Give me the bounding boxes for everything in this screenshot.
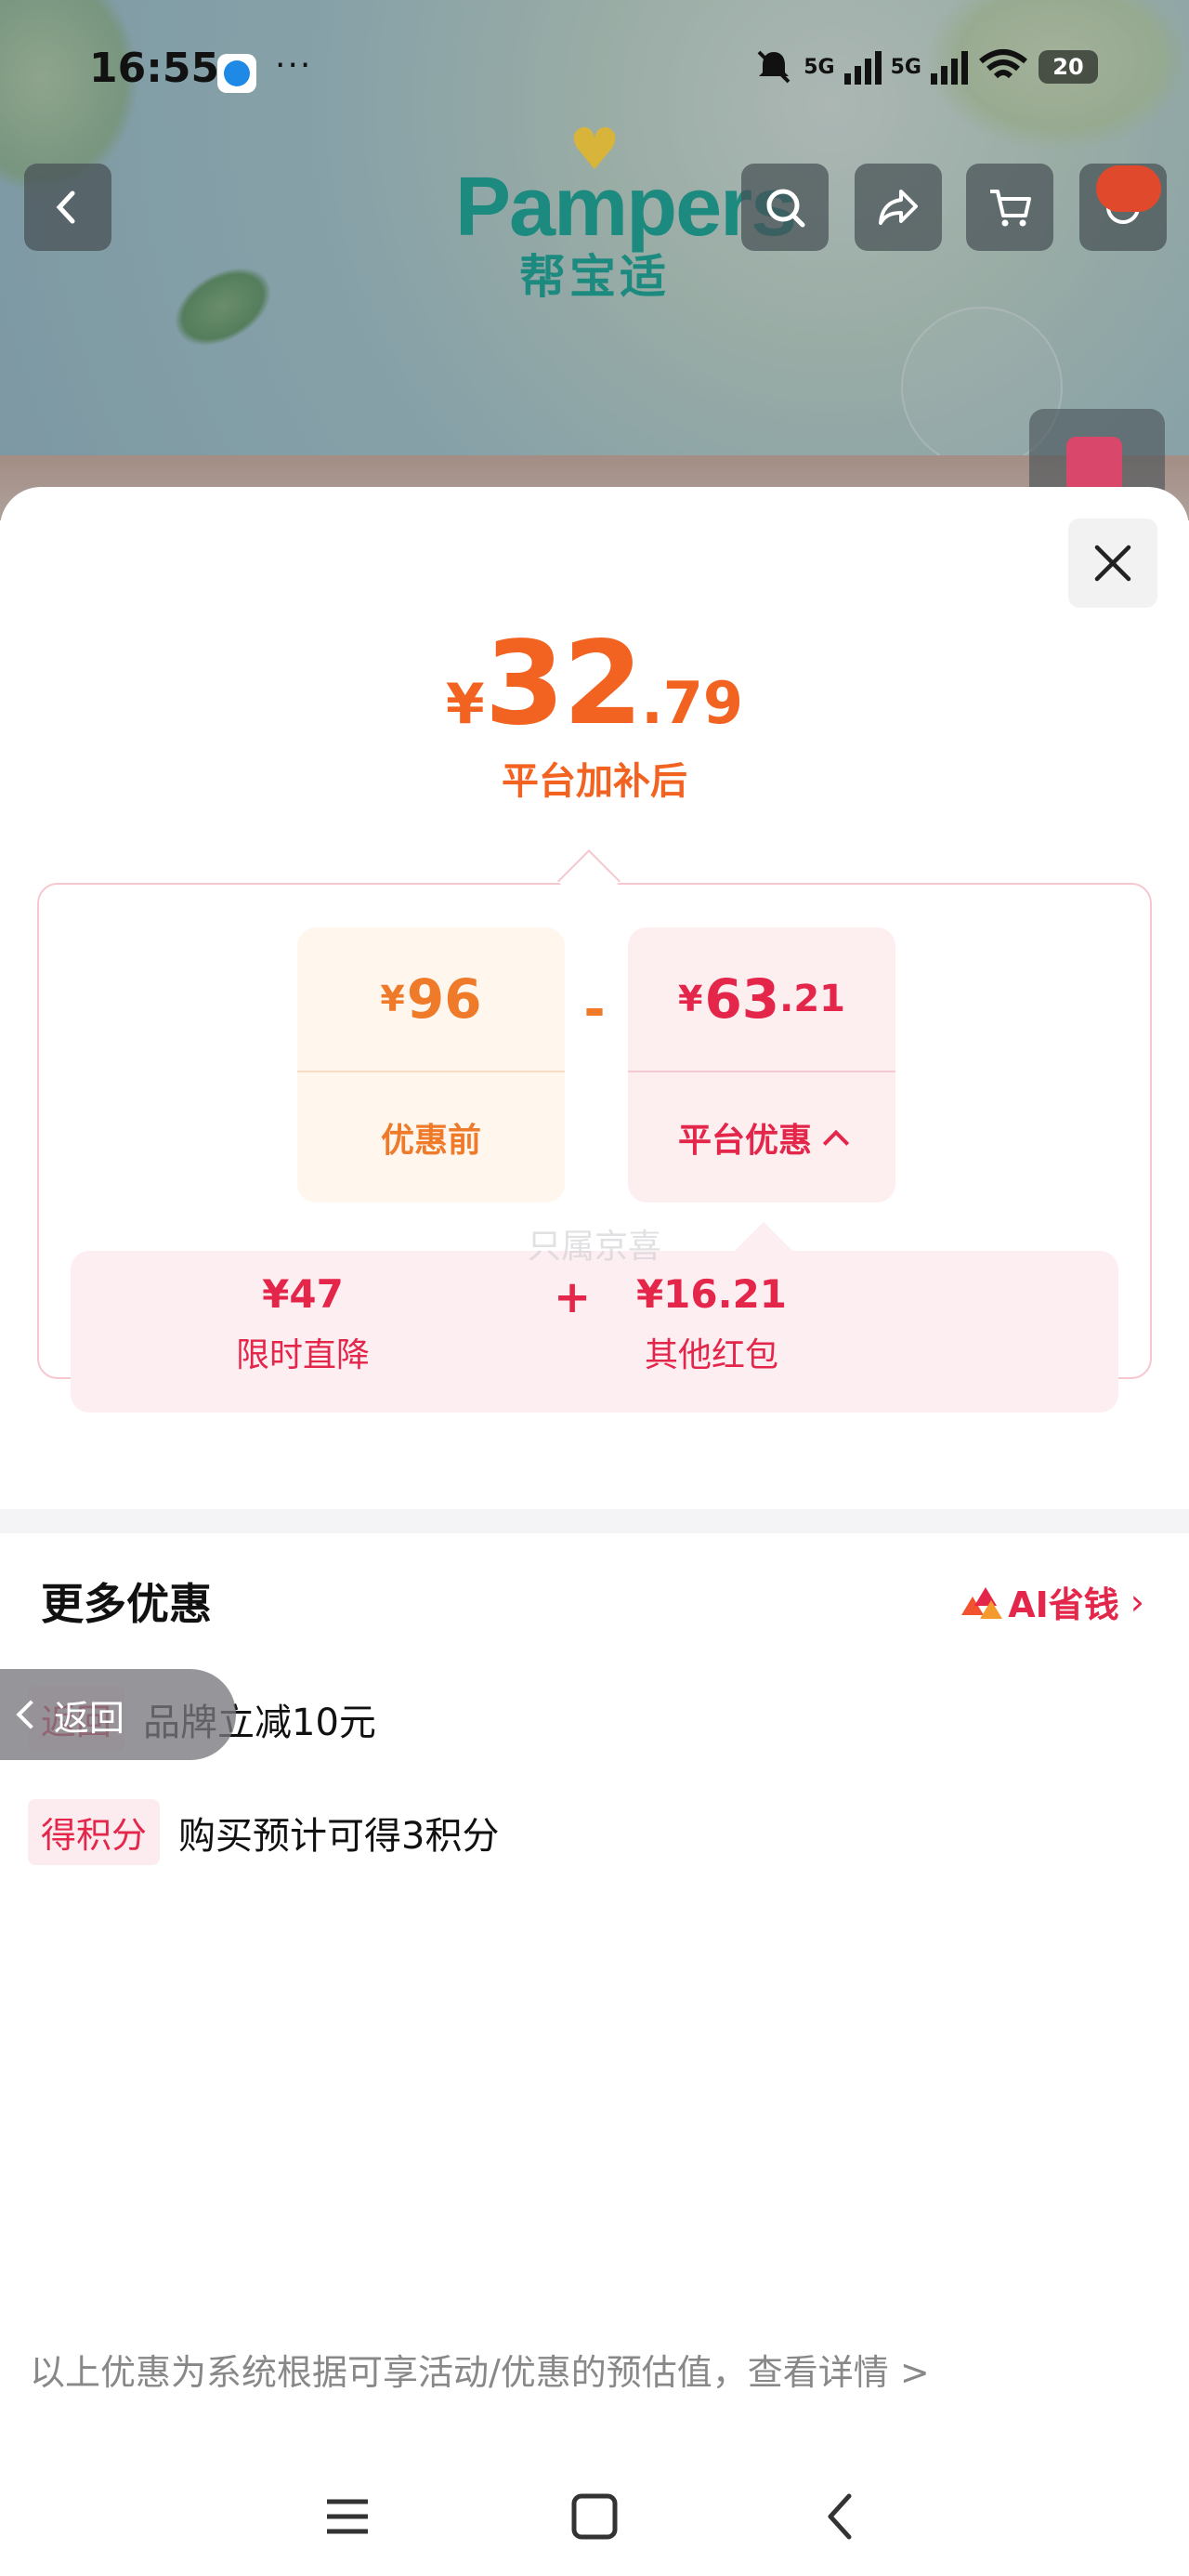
signal-icon: [931, 49, 968, 85]
back-nav-icon[interactable]: [814, 2489, 869, 2544]
battery-icon: 20: [1039, 50, 1098, 84]
home-icon[interactable]: [567, 2489, 622, 2544]
sub-discount-item: ¥47 限时直降: [210, 1271, 396, 1376]
section-divider: [0, 1509, 1189, 1533]
return-label: 返回: [54, 1697, 125, 1739]
back-button[interactable]: [24, 164, 111, 251]
app-icon: [217, 54, 256, 93]
return-button[interactable]: 返回: [0, 1669, 236, 1760]
cart-icon: [990, 190, 1031, 227]
price-currency: ¥: [445, 672, 485, 737]
message-badge: [1096, 165, 1161, 212]
search-icon: [766, 189, 805, 228]
chart-icon: [1066, 437, 1122, 493]
watermark: 只属京喜: [527, 1228, 661, 1266]
share-icon: [879, 190, 918, 225]
original-price-card: ¥96 优惠前: [297, 927, 565, 1203]
plus-sign: +: [554, 1271, 592, 1323]
promo-row: 得积分 购买预计可得3积分: [28, 1799, 499, 1865]
price-integer: 32: [484, 617, 644, 751]
price-decimal: .79: [641, 669, 744, 737]
brand-name-cn: 帮宝适: [519, 250, 670, 304]
promo-tag: 得积分: [28, 1799, 161, 1865]
sub-discount-label: 限时直降: [235, 1336, 370, 1374]
status-icons: 5G 5G 20: [753, 48, 1098, 85]
sub-discount-amount: ¥16.21: [635, 1271, 788, 1317]
signal-icon: [843, 49, 882, 85]
chevron-left-icon: [16, 1700, 46, 1729]
final-price: ¥32.79: [0, 617, 1189, 751]
minus-sign: -: [583, 979, 606, 1040]
close-icon: [1094, 545, 1131, 582]
ai-save-link[interactable]: AI省钱 ›: [961, 1576, 1144, 1627]
discount-label: 平台优惠: [677, 1122, 812, 1160]
platform-discount-card[interactable]: ¥63.21 平台优惠: [628, 927, 895, 1203]
discount-integer: 63: [704, 967, 780, 1031]
cart-button[interactable]: [966, 164, 1053, 251]
discount-breakdown-panel: ¥47 限时直降 + ¥16.21 其他红包: [71, 1251, 1118, 1413]
promo-text: 购买预计可得3积分: [178, 1814, 500, 1858]
signal-label: 5G: [890, 55, 921, 79]
system-navigation-bar: [0, 2461, 1189, 2576]
menu-icon[interactable]: [320, 2489, 375, 2544]
original-price: 96: [406, 967, 482, 1031]
mute-icon: [757, 50, 790, 84]
price-caption: 平台加补后: [502, 760, 687, 803]
more-icon: ···: [275, 46, 313, 85]
chevron-up-icon: [822, 1129, 850, 1157]
discount-currency: ¥: [677, 979, 703, 1019]
ai-sparkle-icon: [961, 1584, 1003, 1621]
more-offers-title: 更多优惠: [41, 1579, 212, 1629]
sub-discount-amount: ¥47: [262, 1271, 344, 1317]
chevron-right-icon: ›: [1130, 1581, 1144, 1623]
wifi-icon: [979, 49, 1027, 79]
sub-discount-item: ¥16.21 其他红包: [619, 1271, 804, 1376]
discount-decimal: .21: [779, 978, 846, 1020]
ai-save-label: AI省钱: [1008, 1584, 1119, 1625]
original-currency: ¥: [380, 979, 405, 1019]
brand-logo-text: Pampers: [455, 161, 797, 254]
close-button[interactable]: [1068, 519, 1157, 608]
brand-logo: ♥ Pampers 帮宝适: [455, 121, 797, 316]
search-button[interactable]: [741, 164, 829, 251]
share-button[interactable]: [855, 164, 942, 251]
back-icon: [56, 191, 75, 224]
sub-discount-label: 其他红包: [644, 1336, 778, 1374]
original-label: 优惠前: [380, 1122, 481, 1160]
details-footnote-link[interactable]: 以上优惠为系统根据可享活动/优惠的预估值，查看详情 >: [30, 2344, 930, 2395]
signal-label: 5G: [804, 55, 835, 79]
status-time: 16:55: [89, 45, 220, 92]
price-detail-sheet: ¥32.79 平台加补后 ¥96 优惠前 - ¥63.21 平台优惠 ¥47 限…: [0, 487, 1189, 2576]
